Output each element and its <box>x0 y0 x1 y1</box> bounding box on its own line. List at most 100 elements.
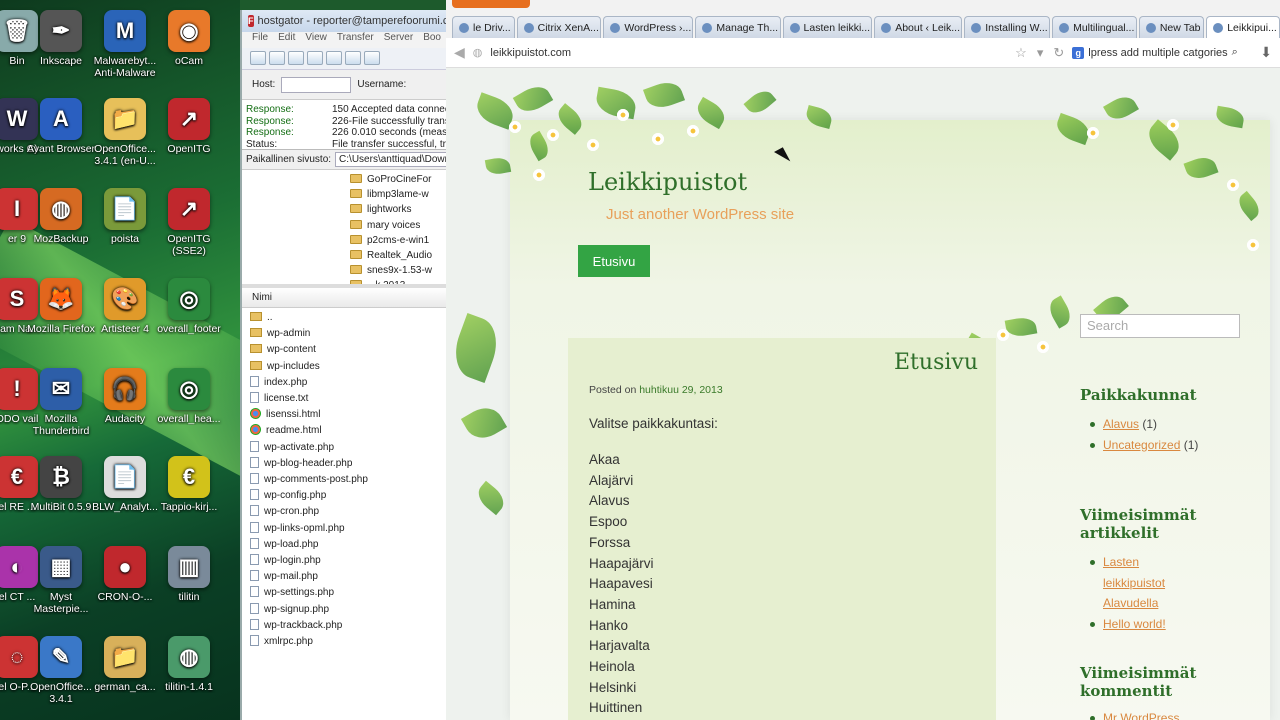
desktop-shortcut[interactable]: 📄 poista <box>88 188 162 245</box>
file-row[interactable]: wp-comments-post.php <box>250 472 446 488</box>
desktop-shortcut[interactable]: 📁 german_ca... <box>88 636 162 693</box>
town-item[interactable]: Alavus <box>589 491 654 512</box>
desktop-shortcut[interactable]: ↗ OpenITG <box>152 98 226 155</box>
town-item[interactable]: Espoo <box>589 512 654 533</box>
town-item[interactable]: Hamina <box>589 595 654 616</box>
file-row[interactable]: wp-activate.php <box>250 440 446 456</box>
town-item[interactable]: Helsinki <box>589 678 654 699</box>
town-item[interactable]: Alajärvi <box>589 471 654 492</box>
file-row[interactable]: readme.html <box>250 423 446 439</box>
place-link[interactable]: Uncategorized <box>1103 438 1180 452</box>
browser-tab[interactable]: Leikkipui... <box>1206 16 1280 38</box>
town-item[interactable]: Haapavesi <box>589 574 654 595</box>
file-row[interactable]: xmlrpc.php <box>250 634 446 650</box>
file-row[interactable]: wp-login.php <box>250 553 446 569</box>
browser-tab[interactable]: WordPress ›... <box>603 16 694 38</box>
back-icon[interactable]: ◀ <box>454 44 465 61</box>
recent-post-link[interactable]: Hello world! <box>1103 617 1166 631</box>
file-row[interactable]: .. <box>250 310 446 326</box>
files-column-header[interactable]: Nimi <box>242 288 446 308</box>
browser-tab[interactable]: About ‹ Leik... <box>874 16 963 38</box>
process-queue-icon[interactable] <box>345 51 361 65</box>
host-input[interactable] <box>281 76 352 93</box>
search-bar-text[interactable]: lpress add multiple catgories <box>1088 47 1227 59</box>
comment-author-link[interactable]: Mr WordPress <box>1103 711 1179 720</box>
tree-folder[interactable]: GoProCineFor <box>350 172 446 187</box>
tree-folder[interactable]: libmp3lame-w <box>350 187 446 202</box>
file-row[interactable]: wp-settings.php <box>250 585 446 601</box>
file-row[interactable]: wp-content <box>250 342 446 358</box>
desktop-shortcut[interactable]: ◎ overall_hea... <box>152 368 226 425</box>
menu-item-etusivu[interactable]: Etusivu <box>578 245 650 277</box>
browser-tab[interactable]: le Driv... <box>452 16 515 38</box>
ftp-menu-item[interactable]: File <box>252 32 268 48</box>
browser-tab[interactable]: Lasten leikki... <box>782 16 873 38</box>
tree-folder[interactable]: Realtek_Audio <box>350 248 446 263</box>
recent-post-link[interactable]: Lasten leikkipuistot Alavudella <box>1103 555 1165 610</box>
toggle-remote-tree-icon[interactable] <box>307 51 323 65</box>
refresh-icon[interactable] <box>326 51 342 65</box>
tree-folder[interactable]: snes9x-1.53-w <box>350 263 446 278</box>
name-column[interactable]: Nimi <box>252 292 272 303</box>
town-item[interactable]: Huittinen <box>589 698 654 719</box>
search-bar[interactable]: g lpress add multiple catgories ⌕ <box>1072 46 1252 59</box>
desktop-shortcut[interactable]: ◉ oCam <box>152 10 226 67</box>
desktop-shortcut[interactable]: ▥ tilitin <box>152 546 226 603</box>
tree-folder[interactable]: mary voices <box>350 218 446 233</box>
desktop-shortcut[interactable]: ✉ Mozilla Thunderbird <box>24 368 98 437</box>
desktop-shortcut[interactable]: 🦊 Mozilla Firefox <box>24 278 98 335</box>
ftp-menu-item[interactable]: View <box>305 32 327 48</box>
town-item[interactable]: Heinola <box>589 657 654 678</box>
town-item[interactable]: Harjavalta <box>589 636 654 657</box>
posted-date[interactable]: huhtikuu 29, 2013 <box>639 384 723 396</box>
desktop-shortcut[interactable]: 📄 BLW_Analyt... <box>88 456 162 513</box>
desktop-shortcut[interactable]: ◍ tilitin-1.4.1 <box>152 636 226 693</box>
desktop-shortcut[interactable]: ✒ Inkscape <box>24 10 98 67</box>
file-row[interactable]: index.php <box>250 375 446 391</box>
desktop-shortcut[interactable]: A Avant Browser <box>24 98 98 155</box>
desktop-shortcut[interactable]: 📁 OpenOffice... 3.4.1 (en-U... <box>88 98 162 167</box>
search-input[interactable]: Search <box>1080 314 1240 338</box>
browser-tab[interactable]: Installing W... <box>964 16 1051 38</box>
firefox-app-button[interactable] <box>452 0 530 8</box>
site-manager-icon[interactable] <box>250 51 266 65</box>
file-row[interactable]: wp-blog-header.php <box>250 456 446 472</box>
ftp-titlebar[interactable]: F hostgator - reporter@tamperefoorumi.c <box>242 10 446 32</box>
browser-tab[interactable]: New Tab <box>1138 16 1205 38</box>
toggle-log-icon[interactable] <box>269 51 285 65</box>
desktop-shortcut[interactable]: ◍ MozBackup <box>24 188 98 245</box>
desktop-shortcut[interactable]: ● CRON-O-... <box>88 546 162 603</box>
desktop-shortcut[interactable]: ✎ OpenOffice... 3.4.1 <box>24 636 98 705</box>
download-icon[interactable]: ⬇ <box>1260 44 1272 61</box>
url-bar[interactable]: leikkipuistot.com <box>490 47 1007 59</box>
toggle-tree-icon[interactable] <box>288 51 304 65</box>
town-item[interactable]: Hanko <box>589 616 654 637</box>
ftp-menu-item[interactable]: Server <box>384 32 413 48</box>
file-row[interactable]: wp-mail.php <box>250 569 446 585</box>
reload-icon[interactable]: ↻ <box>1053 45 1064 61</box>
desktop-shortcut[interactable]: ▦ Myst Masterpie... <box>24 546 98 615</box>
ftp-menu-item[interactable]: Edit <box>278 32 295 48</box>
file-row[interactable]: wp-links-opml.php <box>250 521 446 537</box>
dropdown-icon[interactable]: ▾ <box>1037 45 1044 61</box>
file-row[interactable]: wp-includes <box>250 359 446 375</box>
town-item[interactable]: Forssa <box>589 533 654 554</box>
local-path-input[interactable]: C:\Users\anttiquad\Downlo <box>335 152 446 167</box>
desktop-shortcut[interactable]: ↗ OpenITG (SSE2) <box>152 188 226 257</box>
desktop-shortcut[interactable]: 🎧 Audacity <box>88 368 162 425</box>
file-row[interactable]: wp-trackback.php <box>250 618 446 634</box>
file-row[interactable]: wp-admin <box>250 326 446 342</box>
desktop-shortcut[interactable]: € Tappio-kirj... <box>152 456 226 513</box>
file-row[interactable]: lisenssi.html <box>250 407 446 423</box>
browser-tab[interactable]: Manage Th... <box>695 16 781 38</box>
desktop-shortcut[interactable]: ◎ overall_footer <box>152 278 226 335</box>
file-row[interactable]: wp-config.php <box>250 488 446 504</box>
town-item[interactable]: Akaa <box>589 450 654 471</box>
browser-tab[interactable]: Multilingual... <box>1052 16 1137 38</box>
file-row[interactable]: wp-signup.php <box>250 602 446 618</box>
file-row[interactable]: wp-cron.php <box>250 504 446 520</box>
search-icon[interactable]: ⌕ <box>1232 46 1238 59</box>
browser-tab[interactable]: Citrix XenA... <box>516 16 602 38</box>
file-row[interactable]: license.txt <box>250 391 446 407</box>
desktop-shortcut[interactable]: M Malwarebyt... Anti-Malware <box>88 10 162 79</box>
